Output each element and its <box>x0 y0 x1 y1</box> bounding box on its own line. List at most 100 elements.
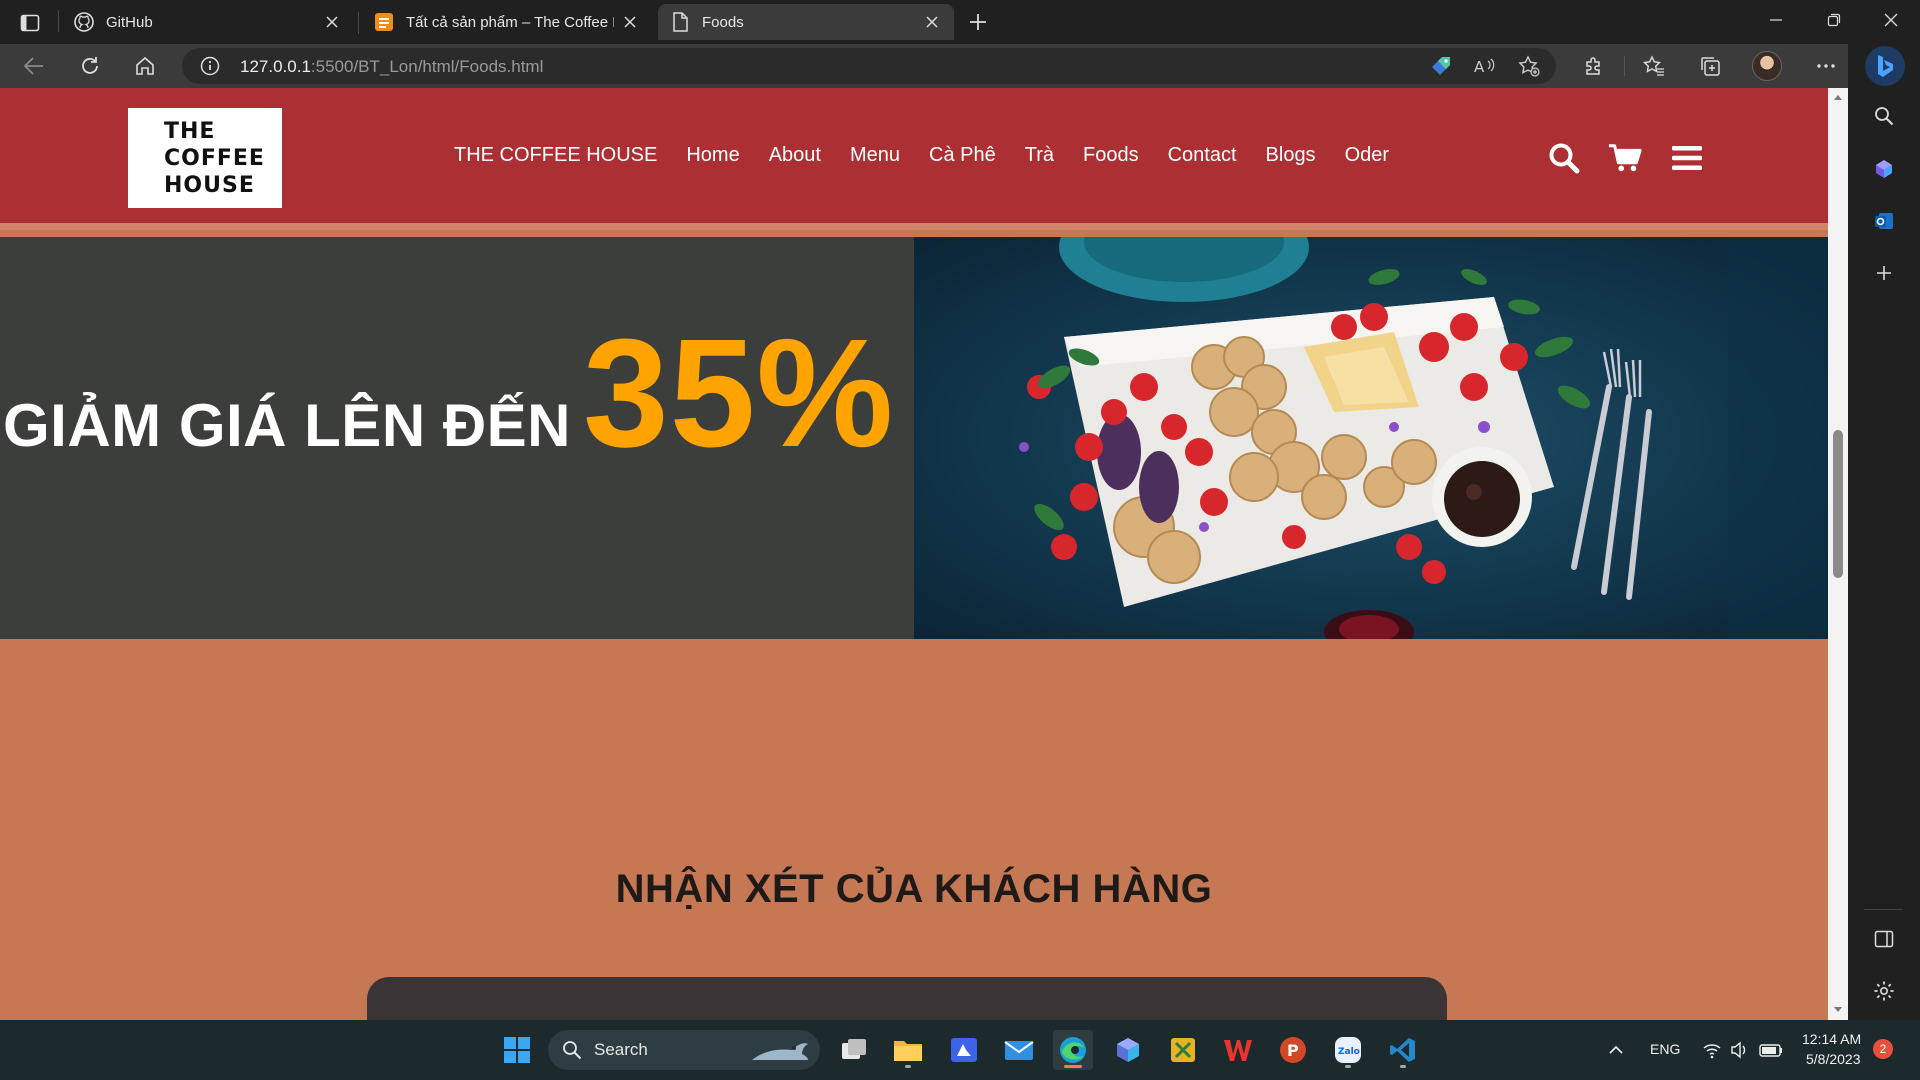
edge-browser-button[interactable] <box>1053 1030 1093 1070</box>
running-indicator <box>1064 1065 1082 1068</box>
close-window-button[interactable] <box>1862 0 1920 40</box>
nav-foods[interactable]: Foods <box>1083 144 1139 167</box>
copilot-icon <box>1117 1038 1139 1062</box>
refresh-button[interactable] <box>72 49 108 83</box>
new-tab-button[interactable] <box>962 6 994 38</box>
sidebar-search-button[interactable] <box>1869 101 1899 131</box>
nav-blogs[interactable]: Blogs <box>1266 144 1316 167</box>
edge-icon <box>1060 1037 1086 1063</box>
page-icon <box>670 12 690 32</box>
task-view-button[interactable] <box>834 1030 874 1070</box>
scroll-down-arrow-icon[interactable] <box>1832 1004 1844 1016</box>
add-favorite-icon[interactable] <box>1516 54 1542 78</box>
bing-chat-button[interactable] <box>1865 46 1905 86</box>
site-header: THE COFFEE HOUSE THE COFFEE HOUSE Home A… <box>0 88 1828 230</box>
back-button[interactable] <box>16 49 52 83</box>
search-highlight-icon <box>752 1043 808 1060</box>
home-button[interactable] <box>127 49 163 83</box>
close-icon <box>1884 13 1898 27</box>
browser-tab-strip: GitHub Tất cả sản phẩm – The Coffee Hous… <box>0 0 1920 44</box>
site-logo[interactable]: THE COFFEE HOUSE <box>128 108 282 208</box>
tab-separator <box>58 10 59 32</box>
restore-icon <box>1827 13 1841 27</box>
read-aloud-icon[interactable]: A <box>1472 54 1498 78</box>
nav-home[interactable]: Home <box>686 144 739 167</box>
sidebar-copilot-button[interactable] <box>1869 154 1899 184</box>
notification-badge[interactable]: 2 <box>1873 1039 1893 1059</box>
clock-date[interactable]: 5/8/2023 <box>1806 1051 1861 1067</box>
settings-more-button[interactable] <box>1808 49 1844 83</box>
nav-tra[interactable]: Trà <box>1025 144 1054 167</box>
nav-about[interactable]: About <box>769 144 821 167</box>
close-tab-icon[interactable] <box>620 12 640 32</box>
nav-menu[interactable]: Menu <box>850 144 900 167</box>
close-tab-icon[interactable] <box>322 12 342 32</box>
favorites-button[interactable] <box>1636 49 1672 83</box>
header-search-button[interactable] <box>1547 141 1581 175</box>
tab-actions-button[interactable] <box>12 8 48 38</box>
clock-time[interactable]: 12:14 AM <box>1802 1031 1861 1047</box>
nav-contact[interactable]: Contact <box>1168 144 1237 167</box>
bing-icon <box>1878 55 1893 77</box>
snip-tool-button[interactable] <box>1163 1030 1203 1070</box>
promo-headline: GIẢM GIÁ LÊN ĐẾN 35% <box>3 305 894 482</box>
header-menu-button[interactable] <box>1670 141 1704 175</box>
start-button[interactable] <box>497 1030 537 1070</box>
mail-icon <box>1004 1041 1034 1060</box>
nav-brand[interactable]: THE COFFEE HOUSE <box>454 144 657 167</box>
plus-icon <box>1877 266 1891 280</box>
page-scrollbar[interactable] <box>1828 88 1848 1020</box>
tab-foods[interactable]: Foods <box>658 4 954 40</box>
minimize-button[interactable] <box>1747 0 1805 40</box>
sidebar-add-button[interactable] <box>1869 258 1899 288</box>
promo-banner: GIẢM GIÁ LÊN ĐẾN 35% <box>0 237 1828 639</box>
favorites-icon <box>1643 55 1664 76</box>
show-hidden-icons-button[interactable] <box>1598 1030 1634 1070</box>
vscode-button[interactable] <box>1383 1030 1423 1070</box>
zalo-button[interactable]: Zalo <box>1328 1030 1368 1070</box>
tab-github[interactable]: GitHub <box>62 4 354 40</box>
promo-text-panel: GIẢM GIÁ LÊN ĐẾN 35% <box>0 237 914 639</box>
header-cart-button[interactable] <box>1608 141 1642 175</box>
collections-button[interactable] <box>1692 49 1728 83</box>
search-icon <box>1875 107 1894 126</box>
profile-avatar[interactable] <box>1752 51 1782 81</box>
snipping-tool-icon <box>1171 1038 1195 1062</box>
github-icon <box>74 12 94 32</box>
copilot-taskbar-button[interactable] <box>1108 1030 1148 1070</box>
scrollbar-thumb[interactable] <box>1833 430 1843 578</box>
address-bar[interactable]: 127.0.0.1:5500/BT_Lon/html/Foods.html A <box>182 48 1556 84</box>
svg-text:Zalo: Zalo <box>1338 1047 1360 1057</box>
app-azure-button[interactable] <box>944 1030 984 1070</box>
site-info-icon[interactable] <box>200 56 220 76</box>
running-indicator <box>1345 1065 1351 1068</box>
language-indicator[interactable]: ENG <box>1650 1041 1680 1057</box>
shopping-tag-icon[interactable] <box>1428 54 1454 78</box>
edge-sidebar <box>1848 44 1920 1020</box>
file-explorer-button[interactable] <box>888 1030 928 1070</box>
sidebar-panel-button[interactable] <box>1869 924 1899 954</box>
panel-icon <box>1874 930 1894 948</box>
tab-coffee-house[interactable]: Tất cả sản phẩm – The Coffee House <box>362 4 652 40</box>
wps-office-button[interactable] <box>1218 1030 1258 1070</box>
minimize-icon <box>1770 19 1782 21</box>
gear-icon <box>1874 981 1894 1001</box>
svg-text:A: A <box>1474 58 1485 75</box>
sidebar-outlook-button[interactable] <box>1869 206 1899 236</box>
browser-toolbar: 127.0.0.1:5500/BT_Lon/html/Foods.html A <box>0 44 1920 88</box>
nav-oder[interactable]: Oder <box>1345 144 1389 167</box>
tab-actions-icon <box>20 14 40 32</box>
network-volume-battery-button[interactable] <box>1700 1030 1790 1070</box>
taskbar-search[interactable]: Search <box>548 1030 820 1070</box>
main-navigation: THE COFFEE HOUSE Home About Menu Cà Phê … <box>454 144 1418 167</box>
extensions-button[interactable] <box>1576 49 1612 83</box>
mail-button[interactable] <box>999 1030 1039 1070</box>
restore-button[interactable] <box>1805 0 1863 40</box>
food-platter-photo <box>914 237 1828 639</box>
nav-ca-phe[interactable]: Cà Phê <box>929 144 996 167</box>
powerpoint-button[interactable]: P <box>1273 1030 1313 1070</box>
azure-app-icon <box>951 1038 977 1062</box>
close-tab-icon[interactable] <box>922 12 942 32</box>
scroll-up-arrow-icon[interactable] <box>1832 91 1844 103</box>
sidebar-settings-button[interactable] <box>1869 976 1899 1006</box>
